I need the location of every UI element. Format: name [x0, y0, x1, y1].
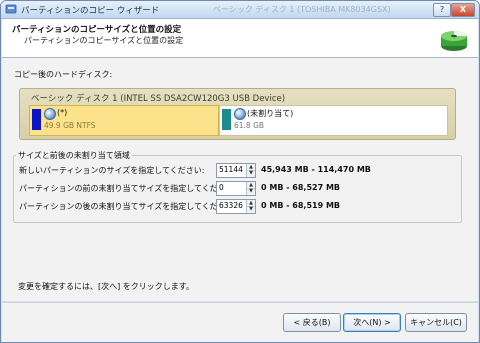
partition-color-bar: [32, 109, 41, 130]
unallocated-after-row: パーティションの後の未割り当てサイズを指定してください: ▲ ▼ 0 MB - …: [19, 199, 459, 214]
unallocated-before-label: パーティションの前の未割り当てサイズを指定してください:: [19, 184, 237, 193]
partition-size-range: 45,943 MB - 114,470 MB: [261, 165, 371, 174]
disk-map: ベーシック ディスク 1 (INTEL SS DSA2CW120G3 USB D…: [19, 88, 456, 140]
stepper-down-icon[interactable]: ▼: [247, 188, 255, 194]
cancel-button[interactable]: キャンセル(C): [405, 313, 467, 332]
header-subtitle: パーティションのコピーサイズと位置の設定: [24, 36, 184, 45]
unallocated-after-range: 0 MB - 68,519 MB: [261, 201, 341, 210]
partition-disk-icon: [44, 108, 56, 120]
target-disk-label: コピー後のハードディスク:: [14, 70, 113, 79]
partition-copy-selected[interactable]: (*) 49.9 GB NTFS: [29, 105, 219, 136]
partition-label: (未割り当て): [247, 109, 294, 118]
partition-color-bar: [222, 109, 231, 130]
header-title: パーティションのコピーサイズと位置の設定: [12, 25, 182, 35]
partition-size: 61.8 GB: [234, 121, 265, 130]
unallocated-after-stepper[interactable]: ▲ ▼: [216, 199, 256, 214]
unallocated-after-input[interactable]: [217, 200, 248, 211]
wizard-window: パーティションのコピー ウィザード ベーシック ディスク 1 (TOSHIBA …: [0, 0, 480, 343]
background-window-title: ベーシック ディスク 1 (TOSHIBA MK8034GSX): [213, 5, 391, 14]
app-icon: [5, 4, 17, 14]
wizard-header: パーティションのコピーサイズと位置の設定 パーティションのコピーサイズと位置の設…: [2, 19, 478, 58]
partition-size-label: 新しいパーティションのサイズを指定してください:: [19, 166, 205, 175]
unallocated-before-input[interactable]: [217, 182, 248, 193]
stepper-down-icon[interactable]: ▼: [247, 170, 255, 176]
unallocated-after-label: パーティションの後の未割り当てサイズを指定してください:: [19, 202, 237, 211]
partition-unallocated[interactable]: (未割り当て) 61.8 GB: [219, 105, 448, 136]
partition-size-input[interactable]: [217, 164, 248, 175]
stepper-buttons: ▲ ▼: [246, 164, 255, 177]
unallocated-before-row: パーティションの前の未割り当てサイズを指定してください: ▲ ▼ 0 MB - …: [19, 181, 459, 196]
disk-wizard-icon: [441, 31, 467, 51]
stepper-buttons: ▲ ▼: [246, 182, 255, 195]
button-bar: < 戻る(B) 次へ(N) > キャンセル(C): [2, 302, 478, 342]
window-title: パーティションのコピー ウィザード: [21, 6, 160, 16]
size-group-legend: サイズと前後の未割り当て領域: [16, 150, 132, 161]
partition-size: 49.9 GB NTFS: [44, 121, 96, 130]
close-button[interactable]: X: [451, 3, 475, 17]
unallocated-before-range: 0 MB - 68,527 MB: [261, 183, 341, 192]
back-button[interactable]: < 戻る(B): [283, 313, 341, 332]
title-bar[interactable]: パーティションのコピー ウィザード ベーシック ディスク 1 (TOSHIBA …: [1, 1, 479, 19]
unallocated-before-stepper[interactable]: ▲ ▼: [216, 181, 256, 196]
stepper-down-icon[interactable]: ▼: [247, 206, 255, 212]
partition-size-row: 新しいパーティションのサイズを指定してください: ▲ ▼ 45,943 MB -…: [19, 163, 459, 178]
help-button[interactable]: ?: [433, 3, 451, 17]
next-button[interactable]: 次へ(N) >: [343, 313, 401, 332]
wizard-content: コピー後のハードディスク: ベーシック ディスク 1 (INTEL SS DSA…: [2, 58, 478, 301]
partition-label: (*): [57, 108, 68, 117]
instruction-text: 変更を確定するには、[次へ] をクリックします。: [18, 282, 194, 291]
partition-size-stepper[interactable]: ▲ ▼: [216, 163, 256, 178]
disk-name: ベーシック ディスク 1 (INTEL SS DSA2CW120G3 USB D…: [31, 94, 286, 104]
stepper-buttons: ▲ ▼: [246, 200, 255, 213]
partition-disk-icon: [234, 108, 246, 120]
